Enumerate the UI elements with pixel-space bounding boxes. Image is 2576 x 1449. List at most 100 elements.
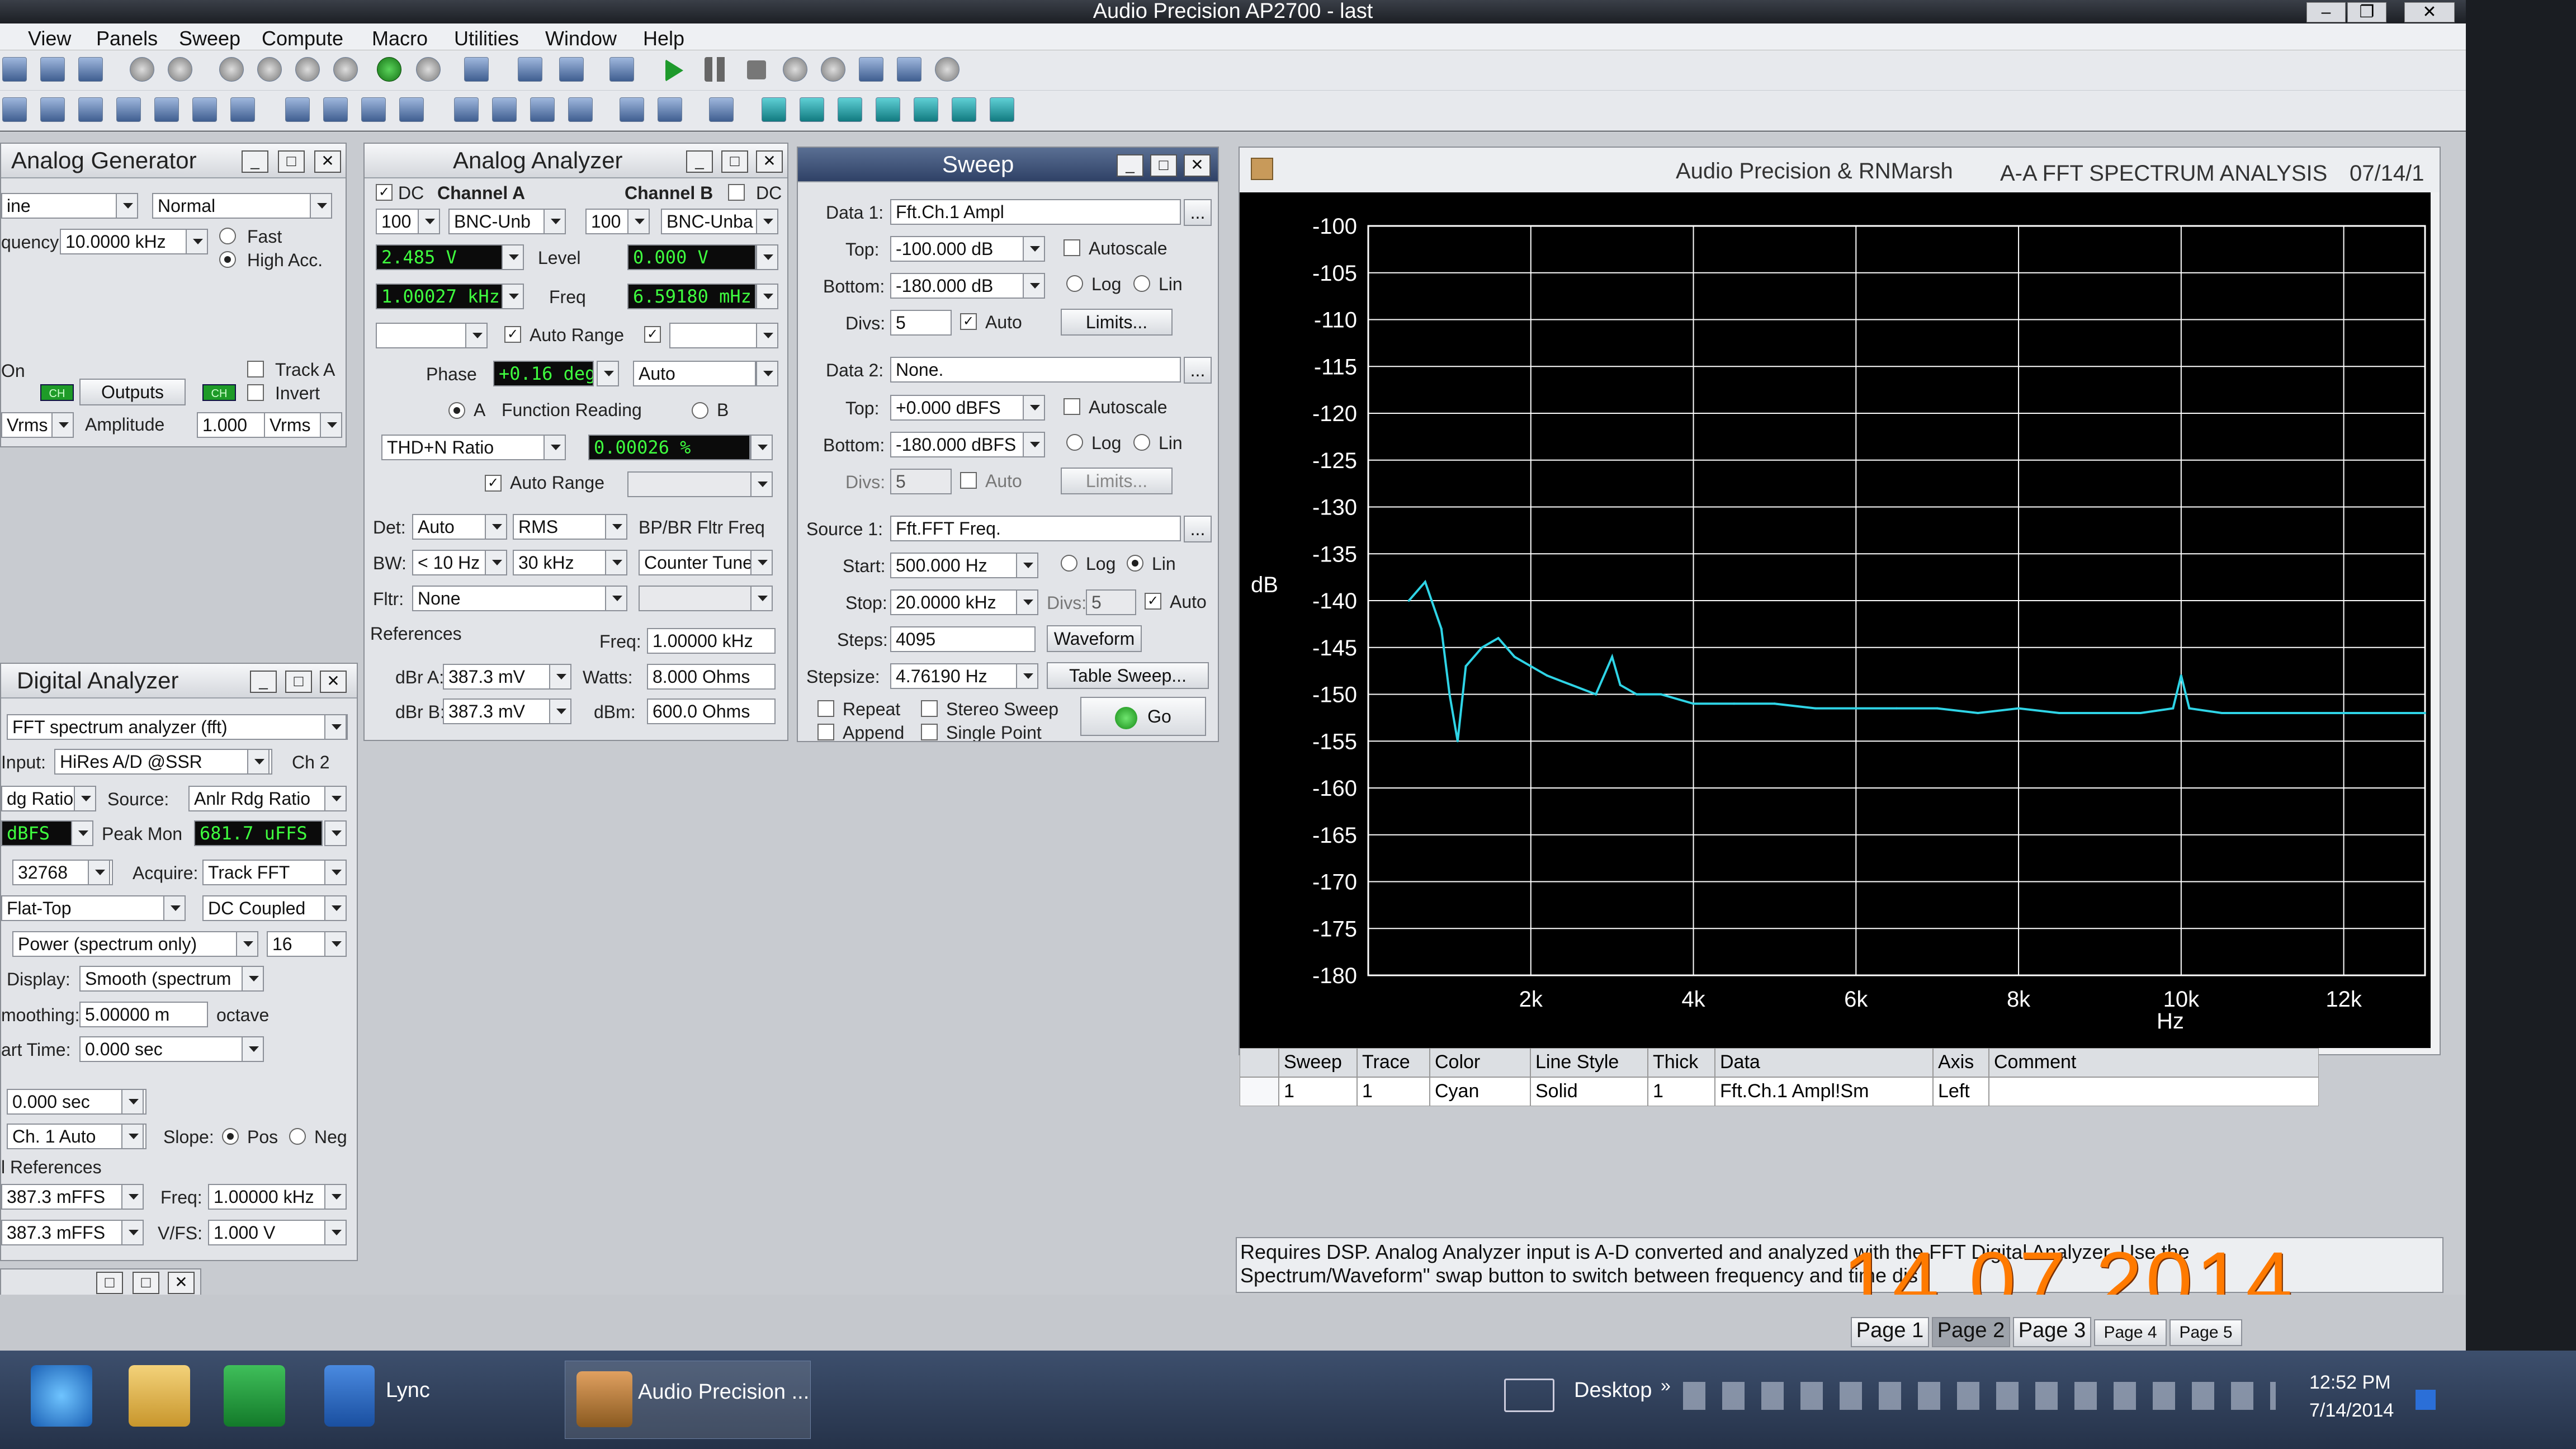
filter-icon[interactable] <box>154 97 179 122</box>
list-view-icon[interactable] <box>800 97 824 122</box>
show-desktop-icon[interactable] <box>2416 1390 2436 1410</box>
data2-browse-button[interactable]: ... <box>1184 357 1212 384</box>
go-icon[interactable] <box>377 57 401 82</box>
menu-window[interactable]: Window <box>545 27 617 50</box>
wave-view-icon[interactable] <box>838 97 862 122</box>
cursor-icon[interactable] <box>859 57 883 82</box>
panel-minimize-button[interactable]: _ <box>242 150 268 173</box>
analog-gen-icon[interactable] <box>2 97 27 122</box>
menu-panels[interactable]: Panels <box>96 27 158 50</box>
dc-a-checkbox[interactable]: ✓ <box>376 184 393 201</box>
stop-field[interactable]: 20.0000 kHz <box>890 589 1036 615</box>
meter-view-icon[interactable] <box>990 97 1014 122</box>
top2-field[interactable]: +0.000 dBFS <box>890 395 1036 421</box>
panel-minimize-button[interactable]: _ <box>1117 154 1143 177</box>
display-select[interactable]: Smooth (spectrum <box>79 966 264 992</box>
bargraph-icon[interactable] <box>361 97 386 122</box>
lync-icon[interactable] <box>324 1365 375 1427</box>
tab-page-5[interactable]: Page 5 <box>2169 1319 2242 1346</box>
auto-range2-checkbox[interactable]: ✓ <box>485 475 502 492</box>
range2-select[interactable] <box>627 471 756 497</box>
dcx-icon[interactable] <box>323 97 348 122</box>
chevron-down-icon[interactable] <box>756 209 778 234</box>
chevron-down-icon[interactable] <box>1023 236 1045 262</box>
go-button[interactable]: Go <box>1080 697 1206 736</box>
step-icon[interactable] <box>935 57 959 82</box>
audio-precision-task[interactable]: Audio Precision ... <box>565 1361 811 1439</box>
fast-radio[interactable] <box>219 228 236 244</box>
ref-freq-field[interactable]: 1.00000 kHz <box>647 628 776 654</box>
autoscale1-checkbox[interactable] <box>1064 239 1080 256</box>
panel-maximize-button[interactable]: □ <box>133 1272 159 1294</box>
panel-close-button[interactable]: ✕ <box>314 150 341 173</box>
divs3-field[interactable]: 5 <box>1086 589 1136 615</box>
chevron-down-icon[interactable] <box>502 284 524 309</box>
function-b-radio[interactable] <box>692 402 708 419</box>
spectrum-view-icon[interactable] <box>876 97 900 122</box>
graph-view-icon[interactable] <box>762 97 786 122</box>
optimize-icon[interactable] <box>609 57 634 82</box>
log2-radio[interactable] <box>1066 434 1083 451</box>
panel-maximize-button[interactable]: □ <box>278 150 305 173</box>
row-selector[interactable] <box>1240 1077 1279 1106</box>
print-icon[interactable] <box>130 57 154 82</box>
chevron-down-icon[interactable] <box>324 1184 347 1210</box>
open-icon[interactable] <box>2 57 27 82</box>
fltr-freq-field[interactable] <box>639 586 756 611</box>
close-button[interactable]: ✕ <box>2404 2 2455 22</box>
table-cell[interactable]: Solid <box>1530 1077 1648 1106</box>
chevron-down-icon[interactable] <box>1023 432 1045 457</box>
table-cell[interactable] <box>1989 1077 2319 1106</box>
input-b-select[interactable]: BNC-Unba <box>661 209 767 234</box>
outputs-button[interactable]: Outputs <box>79 379 186 405</box>
data2-field[interactable]: None. <box>890 357 1181 383</box>
blank-select-b[interactable] <box>669 323 764 348</box>
menu-view[interactable]: View <box>28 27 71 50</box>
chevron-down-icon[interactable] <box>236 931 258 957</box>
marker-icon[interactable] <box>897 57 921 82</box>
store-icon[interactable] <box>224 1365 285 1427</box>
chevron-down-icon[interactable] <box>605 514 627 540</box>
macro-icon[interactable] <box>709 97 734 122</box>
append-checkbox[interactable] <box>817 724 834 740</box>
chevron-down-icon[interactable] <box>320 412 342 438</box>
track-a-checkbox[interactable] <box>247 361 264 377</box>
tab-page-2[interactable]: Page 2 <box>1932 1317 2010 1347</box>
chevron-down-icon[interactable] <box>549 698 571 724</box>
panel-maximize-button[interactable]: □ <box>1150 154 1177 177</box>
auto2-checkbox[interactable] <box>960 472 977 489</box>
panel-minimize-button[interactable]: _ <box>686 150 713 173</box>
attach-icon[interactable] <box>492 97 517 122</box>
chevron-down-icon[interactable] <box>465 323 488 348</box>
slope-pos-radio[interactable] <box>222 1128 239 1145</box>
acquire-select[interactable]: Track FFT <box>202 860 345 885</box>
zoom-out-icon[interactable] <box>559 57 584 82</box>
analyzer-mode-select[interactable]: FFT spectrum analyzer (fft) <box>7 714 348 740</box>
stereo-sweep-checkbox[interactable] <box>921 700 938 717</box>
menu-macro[interactable]: Macro <box>372 27 428 50</box>
chevron-down-icon[interactable] <box>324 860 347 885</box>
single-point-checkbox[interactable] <box>921 724 938 740</box>
chevron-down-icon[interactable] <box>247 749 270 775</box>
window-select[interactable]: Flat-Top <box>1 895 186 921</box>
chevron-down-icon[interactable] <box>324 786 347 811</box>
hand-icon[interactable] <box>783 57 807 82</box>
table-sweep-button[interactable]: Table Sweep... <box>1047 662 1209 689</box>
chevron-down-icon[interactable] <box>502 244 524 270</box>
zoom-icon[interactable] <box>518 57 542 82</box>
plot-area[interactable]: -100 -105 -110 -115 -120 -125 -130 -135 -140 -145… <box>1240 192 2431 1048</box>
chevron-down-icon[interactable] <box>88 860 110 885</box>
waveform-button[interactable]: Waveform <box>1047 625 1142 652</box>
copy-icon[interactable] <box>295 57 320 82</box>
chevron-down-icon[interactable] <box>51 412 74 438</box>
invert-checkbox[interactable] <box>247 384 264 401</box>
chevron-down-icon[interactable] <box>242 1036 264 1062</box>
fft-view-icon[interactable] <box>914 97 938 122</box>
save-all-icon[interactable] <box>78 57 103 82</box>
chevron-down-icon[interactable] <box>186 229 208 254</box>
dbm-field[interactable]: 600.0 Ohms <box>647 698 776 724</box>
chevron-down-icon[interactable] <box>750 550 773 575</box>
switcher-icon[interactable] <box>78 97 103 122</box>
high-acc-radio[interactable] <box>219 251 236 268</box>
panel-close-button[interactable]: ✕ <box>168 1272 195 1294</box>
